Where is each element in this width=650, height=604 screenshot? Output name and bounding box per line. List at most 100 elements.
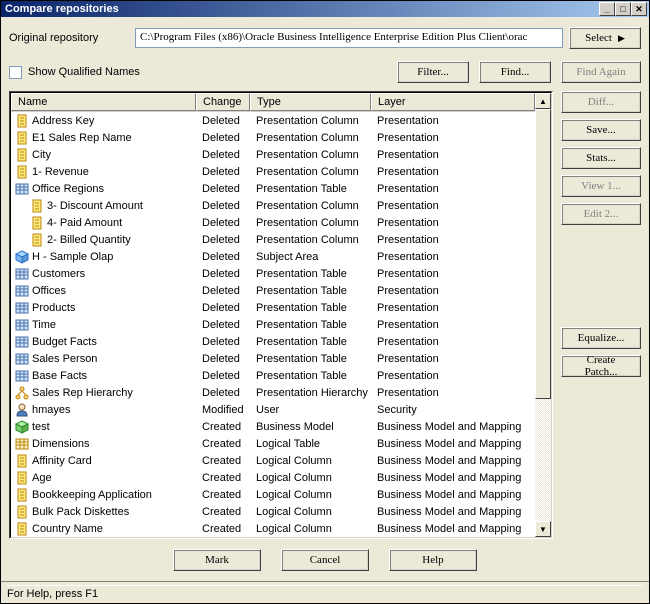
cell-layer: Presentation bbox=[371, 217, 535, 229]
mark-button[interactable]: Mark bbox=[173, 549, 261, 571]
row-name-text: Office Regions bbox=[32, 183, 104, 195]
cell-type: Presentation Table bbox=[250, 353, 371, 365]
cell-change: Deleted bbox=[196, 234, 250, 246]
cell-change: Deleted bbox=[196, 183, 250, 195]
cell-layer: Business Model and Mapping bbox=[371, 438, 535, 450]
cell-type: Presentation Table bbox=[250, 319, 371, 331]
table-blue-icon bbox=[15, 335, 29, 349]
filter-button[interactable]: Filter... bbox=[397, 61, 469, 83]
view1-button[interactable]: View 1... bbox=[561, 175, 641, 197]
scroll-track[interactable] bbox=[535, 109, 551, 521]
table-row[interactable]: CustomersDeletedPresentation TablePresen… bbox=[11, 265, 535, 282]
scroll-down-icon[interactable]: ▼ bbox=[535, 521, 551, 537]
cell-type: Presentation Column bbox=[250, 166, 371, 178]
column-header-layer[interactable]: Layer bbox=[371, 93, 535, 111]
table-row[interactable]: OfficesDeletedPresentation TablePresenta… bbox=[11, 282, 535, 299]
cell-change: Deleted bbox=[196, 268, 250, 280]
cell-name: test bbox=[11, 420, 196, 434]
table-row[interactable]: Sales Rep HierarchyDeletedPresentation H… bbox=[11, 384, 535, 401]
col-yellow-icon bbox=[15, 488, 29, 502]
table-row[interactable]: Bookkeeping ApplicationCreatedLogical Co… bbox=[11, 486, 535, 503]
equalize-button[interactable]: Equalize... bbox=[561, 327, 641, 349]
save-button[interactable]: Save... bbox=[561, 119, 641, 141]
table-row[interactable]: 4- Paid AmountDeletedPresentation Column… bbox=[11, 214, 535, 231]
table-row[interactable]: Country NameCreatedLogical ColumnBusines… bbox=[11, 520, 535, 537]
table-row[interactable]: E1 Sales Rep NameDeletedPresentation Col… bbox=[11, 129, 535, 146]
cell-name: H - Sample Olap bbox=[11, 250, 196, 264]
scroll-thumb[interactable] bbox=[535, 109, 551, 399]
table-row[interactable]: DimensionsCreatedLogical TableBusiness M… bbox=[11, 435, 535, 452]
diff-button[interactable]: Diff... bbox=[561, 91, 641, 113]
row-name-text: Affinity Card bbox=[32, 455, 92, 467]
row-name-text: Base Facts bbox=[32, 370, 87, 382]
cell-type: Presentation Table bbox=[250, 302, 371, 314]
cell-type: Presentation Hierarchy bbox=[250, 387, 371, 399]
table-row[interactable]: Affinity CardCreatedLogical ColumnBusine… bbox=[11, 452, 535, 469]
cell-change: Deleted bbox=[196, 251, 250, 263]
col-yellow-icon bbox=[15, 165, 29, 179]
table-blue-icon bbox=[15, 369, 29, 383]
cell-layer: Business Model and Mapping bbox=[371, 421, 535, 433]
row-name-text: 4- Paid Amount bbox=[47, 217, 122, 229]
cancel-button[interactable]: Cancel bbox=[281, 549, 369, 571]
table-row[interactable]: Base FactsDeletedPresentation TablePrese… bbox=[11, 367, 535, 384]
column-header-type[interactable]: Type bbox=[250, 93, 371, 111]
table-row[interactable]: Bulk Pack DiskettesCreatedLogical Column… bbox=[11, 503, 535, 520]
table-row[interactable]: testCreatedBusiness ModelBusiness Model … bbox=[11, 418, 535, 435]
table-row[interactable]: hmayesModifiedUserSecurity bbox=[11, 401, 535, 418]
table-row[interactable]: Sales PersonDeletedPresentation TablePre… bbox=[11, 350, 535, 367]
table-row[interactable]: 1- RevenueDeletedPresentation ColumnPres… bbox=[11, 163, 535, 180]
table-blue-icon bbox=[15, 267, 29, 281]
cell-layer: Presentation bbox=[371, 370, 535, 382]
cell-name: Bookkeeping Application bbox=[11, 488, 196, 502]
table-yellow-icon bbox=[15, 437, 29, 451]
vertical-scrollbar[interactable]: ▲ ▼ bbox=[535, 93, 551, 537]
row-name-text: 3- Discount Amount bbox=[47, 200, 143, 212]
table-row[interactable]: 2- Billed QuantityDeletedPresentation Co… bbox=[11, 231, 535, 248]
help-button[interactable]: Help bbox=[389, 549, 477, 571]
cell-change: Created bbox=[196, 489, 250, 501]
table-blue-icon bbox=[15, 318, 29, 332]
cell-layer: Presentation bbox=[371, 319, 535, 331]
table-row[interactable]: TimeDeletedPresentation TablePresentatio… bbox=[11, 316, 535, 333]
close-icon[interactable]: ✕ bbox=[631, 2, 647, 16]
edit2-button[interactable]: Edit 2... bbox=[561, 203, 641, 225]
cell-layer: Business Model and Mapping bbox=[371, 472, 535, 484]
cell-type: Presentation Column bbox=[250, 217, 371, 229]
cell-name: Sales Person bbox=[11, 352, 196, 366]
table-row[interactable]: Office RegionsDeletedPresentation TableP… bbox=[11, 180, 535, 197]
row-name-text: Country Name bbox=[32, 523, 103, 535]
row-name-text: 1- Revenue bbox=[32, 166, 89, 178]
table-row[interactable]: Address KeyDeletedPresentation ColumnPre… bbox=[11, 112, 535, 129]
select-button[interactable]: Select ▶ bbox=[569, 27, 641, 49]
show-qualified-names-checkbox[interactable] bbox=[9, 66, 22, 79]
find-again-button[interactable]: Find Again bbox=[561, 61, 641, 83]
column-header-name[interactable]: Name bbox=[11, 93, 196, 111]
cell-layer: Presentation bbox=[371, 353, 535, 365]
select-button-label: Select bbox=[585, 32, 612, 44]
scroll-up-icon[interactable]: ▲ bbox=[535, 93, 551, 109]
find-button[interactable]: Find... bbox=[479, 61, 551, 83]
table-row[interactable]: H - Sample OlapDeletedSubject AreaPresen… bbox=[11, 248, 535, 265]
cell-name: Budget Facts bbox=[11, 335, 196, 349]
cell-layer: Presentation bbox=[371, 285, 535, 297]
cube-blue-icon bbox=[15, 250, 29, 264]
cell-name: E1 Sales Rep Name bbox=[11, 131, 196, 145]
table-row[interactable]: ProductsDeletedPresentation TablePresent… bbox=[11, 299, 535, 316]
maximize-icon[interactable]: □ bbox=[615, 2, 631, 16]
table-row[interactable]: 3- Discount AmountDeletedPresentation Co… bbox=[11, 197, 535, 214]
statusbar: For Help, press F1 bbox=[1, 581, 649, 603]
cell-name: Affinity Card bbox=[11, 454, 196, 468]
table-row[interactable]: Budget FactsDeletedPresentation TablePre… bbox=[11, 333, 535, 350]
original-repository-path[interactable]: C:\Program Files (x86)\Oracle Business I… bbox=[135, 28, 563, 48]
cell-type: Presentation Table bbox=[250, 285, 371, 297]
cell-type: Presentation Table bbox=[250, 183, 371, 195]
stats-button[interactable]: Stats... bbox=[561, 147, 641, 169]
minimize-icon[interactable]: _ bbox=[599, 2, 615, 16]
create-patch-button[interactable]: Create Patch... bbox=[561, 355, 641, 377]
row-name-text: Address Key bbox=[32, 115, 94, 127]
cell-name: 4- Paid Amount bbox=[11, 216, 196, 230]
table-row[interactable]: CityDeletedPresentation ColumnPresentati… bbox=[11, 146, 535, 163]
column-header-change[interactable]: Change bbox=[196, 93, 250, 111]
table-row[interactable]: AgeCreatedLogical ColumnBusiness Model a… bbox=[11, 469, 535, 486]
